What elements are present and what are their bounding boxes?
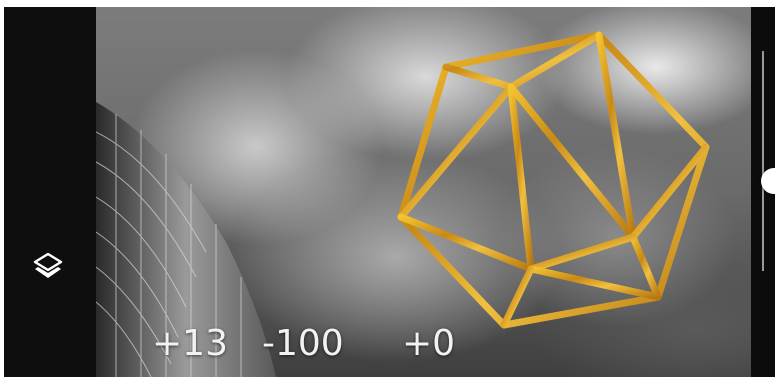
value-item-3[interactable]: -100: [262, 319, 344, 369]
left-tool-panel: [4, 7, 96, 377]
slider-track[interactable]: [761, 51, 775, 271]
value-item-4[interactable]: +0: [402, 319, 455, 369]
layers-icon: [33, 252, 63, 278]
adjustment-values: +2 +13 -100 +0: [96, 319, 656, 369]
layers-button[interactable]: [26, 245, 70, 289]
value-item-2[interactable]: +13: [152, 319, 228, 369]
photo-canvas[interactable]: +2 +13 -100 +0: [96, 7, 751, 377]
right-slider-panel: [751, 7, 775, 377]
slider-thumb[interactable]: [761, 168, 775, 194]
editor-frame: +2 +13 -100 +0: [4, 7, 775, 377]
